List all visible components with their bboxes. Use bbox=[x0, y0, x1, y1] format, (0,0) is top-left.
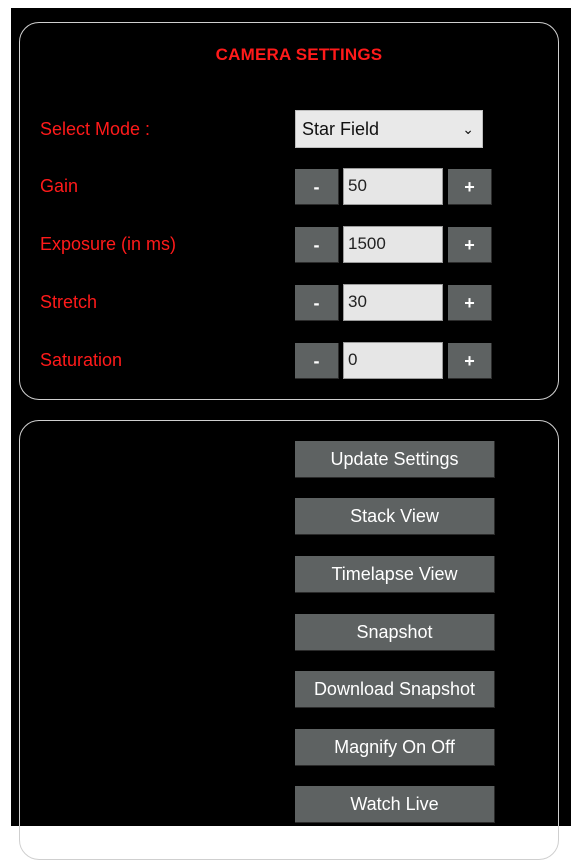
saturation-decrement-button[interactable]: - bbox=[295, 343, 339, 379]
stretch-label: Stretch bbox=[40, 292, 98, 312]
download-snapshot-button[interactable]: Download Snapshot bbox=[295, 671, 495, 708]
watch-live-button[interactable]: Watch Live bbox=[295, 786, 495, 823]
magnify-on-off-button[interactable]: Magnify On Off bbox=[295, 729, 495, 766]
chevron-down-icon: ⌄ bbox=[462, 121, 474, 137]
snapshot-button[interactable]: Snapshot bbox=[295, 614, 495, 651]
stretch-decrement-button[interactable]: - bbox=[295, 285, 339, 321]
stretch-input[interactable]: 30 bbox=[343, 284, 443, 321]
mode-select[interactable]: Star Field ⌄ bbox=[295, 110, 483, 148]
stretch-increment-button[interactable]: + bbox=[448, 285, 492, 321]
app-screen: CAMERA SETTINGS Select Mode : Star Field… bbox=[11, 8, 571, 860]
update-settings-button[interactable]: Update Settings bbox=[295, 441, 495, 478]
gain-input[interactable]: 50 bbox=[343, 168, 443, 205]
saturation-input[interactable]: 0 bbox=[343, 342, 443, 379]
exposure-input[interactable]: 1500 bbox=[343, 226, 443, 263]
exposure-increment-button[interactable]: + bbox=[448, 227, 492, 263]
panel-title: CAMERA SETTINGS bbox=[215, 45, 383, 64]
mode-select-value: Star Field bbox=[302, 119, 380, 139]
gain-label: Gain bbox=[40, 176, 79, 196]
timelapse-view-button[interactable]: Timelapse View bbox=[295, 556, 495, 593]
exposure-decrement-button[interactable]: - bbox=[295, 227, 339, 263]
exposure-label: Exposure (in ms) bbox=[40, 234, 177, 254]
saturation-label: Saturation bbox=[40, 350, 123, 370]
select-mode-label: Select Mode : bbox=[40, 119, 151, 139]
gain-decrement-button[interactable]: - bbox=[295, 169, 339, 205]
stack-view-button[interactable]: Stack View bbox=[295, 498, 495, 535]
actions-panel: Update Settings Stack View Timelapse Vie… bbox=[19, 420, 559, 860]
camera-settings-panel: CAMERA SETTINGS Select Mode : Star Field… bbox=[19, 22, 559, 400]
saturation-increment-button[interactable]: + bbox=[448, 343, 492, 379]
gain-increment-button[interactable]: + bbox=[448, 169, 492, 205]
